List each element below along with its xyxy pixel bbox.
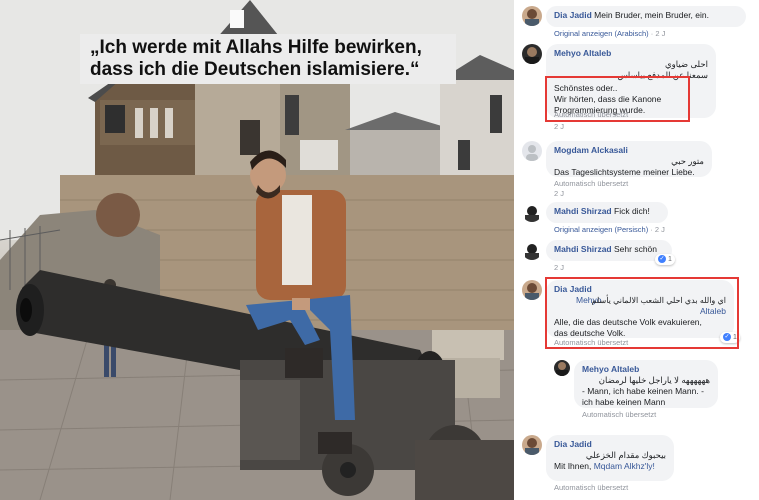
comment-item: Mahdi Shirzad Sehr schön ✓ 1 2 J — [522, 240, 754, 272]
comment-bubble: Mahdi Shirzad Fick dich! — [546, 202, 668, 223]
comment-original-text: احلى ضياوي — [664, 59, 708, 69]
comment-original-text: متور حبي — [671, 156, 704, 166]
comment-text: Fick dich! — [614, 206, 650, 216]
comment-author[interactable]: Mogdam Alckasali — [554, 145, 628, 155]
avatar[interactable] — [522, 6, 542, 26]
avatar[interactable] — [554, 360, 570, 376]
post-photo: „Ich werde mit Allahs Hilfe bewirken, da… — [0, 0, 514, 500]
comment-time[interactable]: 2 J — [554, 189, 564, 198]
auto-translated-label: Automatisch übersetzt — [582, 410, 657, 419]
comment-item: Mogdam Alckasali متور حبي Das Tageslicht… — [522, 141, 754, 198]
comment-original-text: ههههههه لا ياراجل خليها لرمضان — [598, 375, 710, 385]
avatar[interactable] — [522, 240, 542, 260]
comment-translation: - Mann, ich habe keinen Mann. - — [582, 386, 704, 396]
show-original-link[interactable]: Original anzeigen (Persisch) — [554, 225, 648, 234]
comment-author[interactable]: Mahdi Shirzad — [554, 206, 612, 216]
avatar[interactable] — [522, 435, 542, 455]
avatar[interactable] — [522, 202, 542, 222]
comment-item: Dia Jadid بيحبوك مقدام الخزعلي Mit Ihnen… — [522, 435, 754, 495]
quote-line-1: „Ich werde mit Allahs Hilfe bewirken, — [90, 37, 422, 58]
comment-author[interactable]: Dia Jadid — [554, 439, 592, 449]
highlight-box — [545, 76, 690, 122]
avatar[interactable] — [522, 141, 542, 161]
avatar[interactable] — [522, 44, 542, 64]
comment-reply-item: Mehyo Altaleb ههههههه لا ياراجل خليها لر… — [554, 360, 754, 422]
like-count: 1 — [667, 256, 672, 263]
comment-time[interactable]: 2 J — [554, 263, 564, 272]
comment-meta: Automatisch übersetzt — [582, 410, 656, 419]
comment-author[interactable]: Mahdi Shirzad — [554, 244, 612, 254]
comment-meta: Automatisch übersetzt — [554, 179, 628, 188]
comment-time[interactable]: 2 J — [655, 29, 665, 38]
comment-meta: Original anzeigen (Arabisch) · 2 J — [554, 29, 666, 38]
comment-author[interactable]: Mehyo Altaleb — [554, 48, 611, 58]
reaction-count[interactable]: ✓ 1 — [655, 254, 675, 265]
thumbs-up-icon: ✓ — [658, 255, 666, 264]
comment-meta: Original anzeigen (Persisch) · 2 J — [554, 225, 665, 234]
show-original-link[interactable]: Original anzeigen (Arabisch) — [554, 29, 649, 38]
highlight-box — [545, 277, 739, 349]
comment-author[interactable]: Dia Jadid — [554, 10, 592, 20]
quote-banner: „Ich werde mit Allahs Hilfe bewirken, da… — [80, 34, 456, 84]
comment-original-text: بيحبوك مقدام الخزعلي — [585, 450, 666, 460]
comment-text: Mein Bruder, mein Bruder, ein. — [594, 10, 709, 20]
comment-bubble: Mehyo Altaleb ههههههه لا ياراجل خليها لر… — [574, 360, 718, 408]
auto-translated-label: Automatisch übersetzt — [554, 179, 629, 188]
comment-translation: ich habe keinen Mann — [582, 397, 666, 407]
comment-text: Mit Ihnen, — [554, 461, 592, 471]
quote-line-2: dass ich die Deutschen islamisiere.“ — [90, 59, 420, 80]
comment-item: Dia Jadid Mein Bruder, mein Bruder, ein.… — [522, 6, 754, 42]
comment-bubble: Dia Jadid Mein Bruder, mein Bruder, ein. — [546, 6, 746, 27]
comment-author[interactable]: Mehyo Altaleb — [582, 364, 639, 374]
comment-thread: Dia Jadid Mein Bruder, mein Bruder, ein.… — [514, 0, 759, 500]
avatar[interactable] — [522, 280, 542, 300]
comment-time[interactable]: 2 J — [554, 122, 564, 131]
comment-translation: Das Tageslichtsysteme meiner Liebe. — [554, 167, 695, 177]
comment-time[interactable]: 2 J — [655, 225, 665, 234]
comment-bubble: Dia Jadid بيحبوك مقدام الخزعلي Mit Ihnen… — [546, 435, 674, 481]
comment-item: Mahdi Shirzad Fick dich! Original anzeig… — [522, 202, 754, 236]
mention-link[interactable]: Mqdam Alkhz'ly! — [594, 461, 655, 471]
comment-text: Sehr schön — [614, 244, 657, 254]
comment-translation: Mit Ihnen, Mqdam Alkhz'ly! — [554, 461, 666, 472]
comment-bubble: Mogdam Alckasali متور حبي Das Tageslicht… — [546, 141, 712, 177]
auto-translated-label: Automatisch übersetzt — [554, 483, 629, 492]
comment-bubble: Mahdi Shirzad Sehr schön — [546, 240, 672, 261]
comment-meta: Automatisch übersetzt — [554, 483, 628, 492]
